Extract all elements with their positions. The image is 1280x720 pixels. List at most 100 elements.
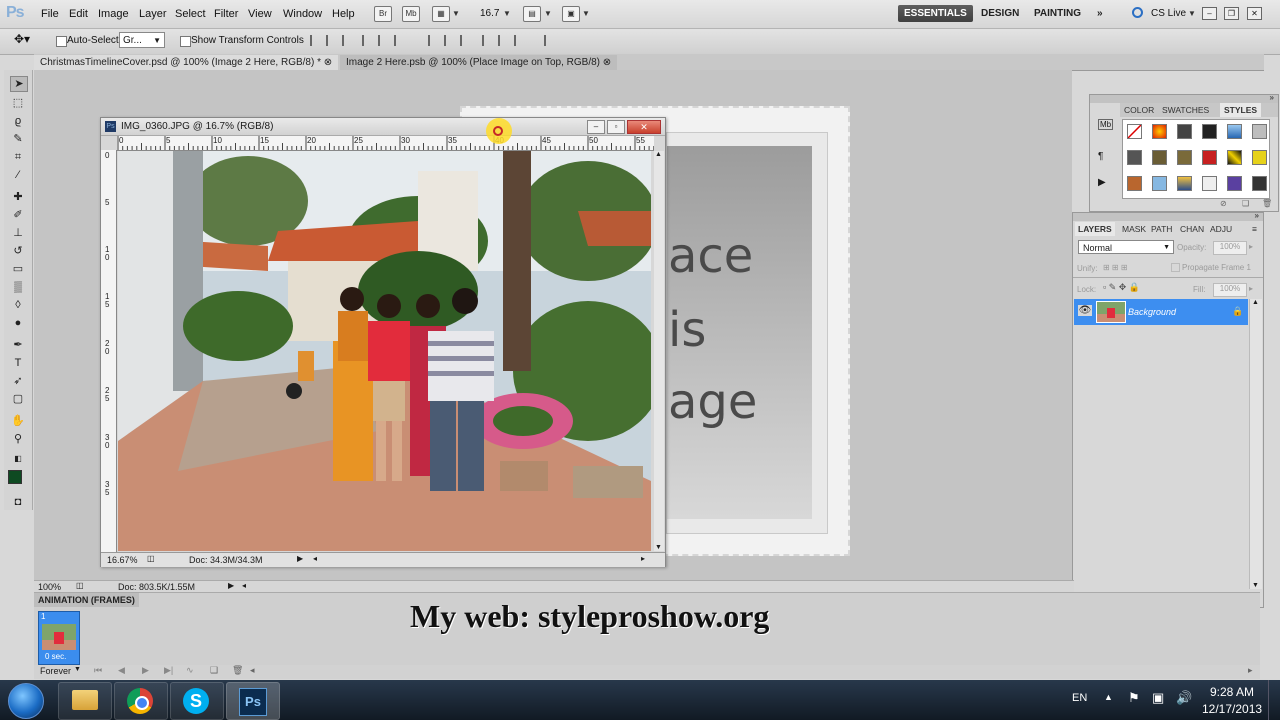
menu-window[interactable]: Window [283, 8, 322, 20]
shape-tool-icon[interactable]: ▢ [10, 392, 26, 406]
mini-bridge-icon[interactable]: Mb [1098, 119, 1114, 130]
propagate-checkbox[interactable] [1171, 263, 1180, 272]
quick-select-tool-icon[interactable]: ✎ [10, 132, 26, 146]
chevron-right-icon[interactable]: ▶ [228, 581, 234, 590]
style-swatch[interactable] [1127, 176, 1142, 191]
marquee-tool-icon[interactable]: ⬚ [10, 96, 26, 110]
network-icon[interactable]: ▣ [1152, 690, 1164, 706]
menu-edit[interactable]: Edit [69, 8, 88, 20]
layers-scrollbar[interactable]: ▲ ▼ [1249, 299, 1262, 589]
frame-delay[interactable]: 0 sec. [45, 652, 66, 661]
quick-mask-icon[interactable]: ◘ [10, 495, 26, 509]
lasso-tool-icon[interactable]: ϱ [10, 114, 26, 128]
eyedropper-tool-icon[interactable]: ⁄ [10, 168, 26, 182]
scroll-left-icon[interactable]: ◂ [250, 665, 255, 676]
eraser-tool-icon[interactable]: ▭ [10, 262, 26, 276]
close-icon[interactable]: ⊗ [603, 57, 611, 68]
auto-select-checkbox[interactable] [56, 36, 67, 47]
cs-live-label[interactable]: CS Live [1151, 8, 1186, 19]
distribute-right-icon[interactable] [514, 35, 527, 46]
style-swatch[interactable] [1177, 150, 1192, 165]
taskbar-photoshop[interactable]: Ps [226, 682, 280, 720]
dodge-tool-icon[interactable]: ● [10, 316, 26, 330]
close-icon[interactable]: ⊗ [324, 57, 332, 68]
chevron-right-icon[interactable]: ▸ [1249, 284, 1253, 293]
zoom-tool-icon[interactable]: ⚲ [10, 432, 26, 446]
scroll-right-icon[interactable]: ▸ [641, 554, 645, 563]
clock-time[interactable]: 9:28 AM [1210, 685, 1254, 699]
style-swatch[interactable] [1252, 176, 1267, 191]
taskbar-skype[interactable]: S [170, 682, 224, 720]
scroll-right-icon[interactable]: ▸ [1248, 665, 1253, 676]
clock-date[interactable]: 12/17/2013 [1202, 702, 1262, 716]
character-icon[interactable]: ¶ [1098, 151, 1103, 162]
tab-color[interactable]: COLOR [1120, 103, 1158, 117]
animation-tab[interactable]: ANIMATION (FRAMES) [34, 593, 139, 607]
align-vcenter-icon[interactable] [326, 35, 339, 46]
tab-swatches[interactable]: SWATCHES [1158, 103, 1213, 117]
menu-image[interactable]: Image [98, 8, 129, 20]
maximize-icon[interactable]: ▫ [607, 120, 625, 134]
clear-style-icon[interactable]: ⊘ [1220, 199, 1227, 208]
duplicate-frame-icon[interactable]: ❑ [210, 665, 218, 676]
first-frame-icon[interactable]: ⏮ [94, 665, 102, 676]
blend-mode-dropdown[interactable]: Normal ▼ [1078, 240, 1174, 254]
view-extras-icon[interactable]: ▦ [432, 6, 450, 22]
layer-name[interactable]: Background [1128, 307, 1176, 317]
language-indicator[interactable]: EN [1072, 692, 1087, 704]
minimize-icon[interactable]: – [1202, 7, 1217, 20]
chevron-down-icon[interactable]: ▼ [1188, 9, 1196, 18]
chevron-down-icon[interactable]: ▼ [74, 666, 81, 673]
zoom-level[interactable]: 16.7 [480, 8, 499, 19]
opacity-field[interactable]: 100% [1213, 241, 1247, 255]
pen-tool-icon[interactable]: ✒ [10, 338, 26, 352]
auto-align-icon[interactable] [544, 35, 557, 46]
tab-styles[interactable]: STYLES [1220, 103, 1262, 117]
tween-icon[interactable]: ∿ [186, 665, 194, 676]
align-top-icon[interactable] [310, 35, 323, 46]
menu-file[interactable]: File [41, 8, 59, 20]
crop-tool-icon[interactable]: ⌗ [10, 150, 26, 164]
new-style-icon[interactable]: ❑ [1242, 199, 1249, 208]
scroll-left-icon[interactable]: ◂ [313, 554, 317, 563]
minimize-icon[interactable]: – [587, 120, 605, 134]
style-swatch[interactable] [1177, 176, 1192, 191]
chevron-right-icon[interactable]: ▶ [297, 554, 303, 563]
scroll-down-icon[interactable]: ▼ [655, 544, 662, 551]
align-left-icon[interactable] [362, 35, 375, 46]
align-right-icon[interactable] [394, 35, 407, 46]
style-swatch[interactable] [1252, 150, 1267, 165]
move-tool-icon[interactable]: ➤ [10, 76, 28, 92]
image-zoom-value[interactable]: 16.67% [107, 555, 138, 565]
blur-tool-icon[interactable]: ◊ [10, 298, 26, 312]
play-icon[interactable]: ▶ [1098, 177, 1106, 188]
chevron-down-icon[interactable]: ▼ [452, 9, 460, 18]
default-colors-icon[interactable]: ◧ [10, 452, 26, 466]
show-hidden-icons-icon[interactable]: ▲ [1104, 692, 1113, 702]
style-swatch[interactable] [1152, 176, 1167, 191]
chevron-down-icon[interactable]: ▼ [582, 9, 590, 18]
tab-image-2-here[interactable]: Image 2 Here.psb @ 100% (Place Image on … [340, 55, 618, 70]
play-icon[interactable]: ▶ [142, 665, 149, 676]
style-swatch[interactable] [1152, 150, 1167, 165]
brush-tool-icon[interactable]: ✐ [10, 208, 26, 222]
clone-stamp-tool-icon[interactable]: ⊥ [10, 226, 26, 240]
scroll-up-icon[interactable]: ▲ [1252, 299, 1259, 306]
image-window-scrollbar[interactable]: ▲ ▼ [654, 151, 664, 551]
taskbar-chrome[interactable] [114, 682, 168, 720]
cs-live-icon[interactable] [1132, 7, 1143, 18]
hand-tool-icon[interactable]: ✋ [10, 414, 26, 428]
chevron-right-icon[interactable]: ▸ [1249, 242, 1253, 251]
style-swatch[interactable] [1227, 124, 1242, 139]
bridge-icon[interactable]: Br [374, 6, 392, 22]
chevron-down-icon[interactable]: ▼ [503, 9, 511, 18]
previous-frame-icon[interactable]: ◀ [118, 665, 125, 676]
trash-icon[interactable]: 🗑 [232, 665, 243, 676]
collapse-icon[interactable]: » [1270, 93, 1274, 102]
workspace-essentials[interactable]: ESSENTIALS [898, 5, 973, 22]
close-icon[interactable]: ✕ [1247, 7, 1262, 20]
animation-frame-1[interactable]: 1 0 sec. [38, 611, 80, 665]
trash-icon[interactable]: 🗑 [1262, 199, 1272, 208]
image-document-window[interactable]: Ps IMG_0360.JPG @ 16.7% (RGB/8) – ▫ ✕ 0 … [100, 117, 666, 567]
history-brush-tool-icon[interactable]: ↺ [10, 244, 26, 258]
